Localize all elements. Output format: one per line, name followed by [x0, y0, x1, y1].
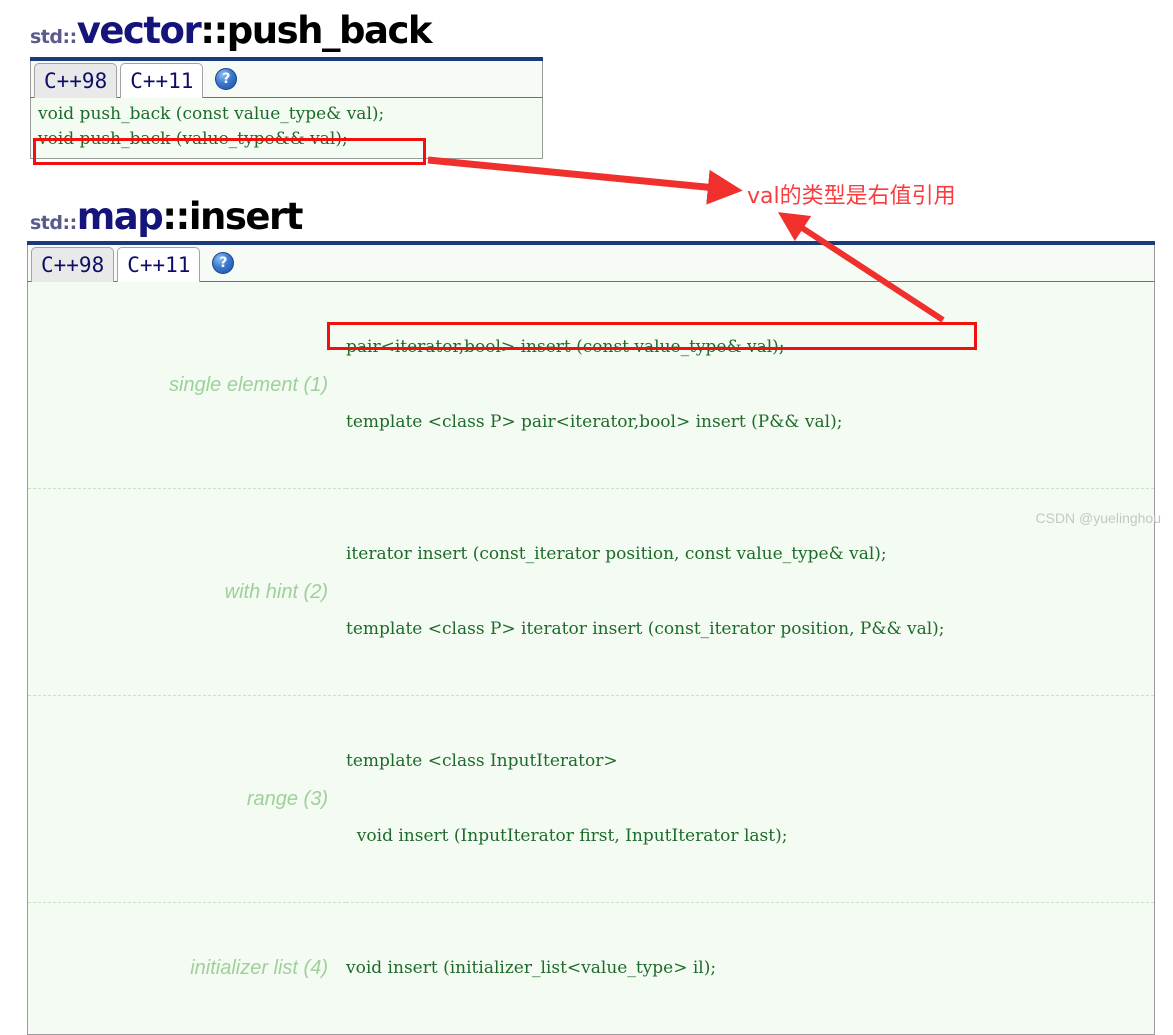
map-tabstrip: C++98 C++11 ? — [27, 245, 1155, 282]
code-line: template <class P> iterator insert (cons… — [346, 619, 945, 639]
title-namespace: std:: — [30, 26, 77, 48]
help-icon[interactable]: ? — [212, 252, 235, 274]
row-label-range: range (3) — [28, 695, 346, 903]
vector-tabstrip: C++98 C++11 ? — [30, 61, 543, 98]
title-separator: :: — [200, 9, 228, 52]
vector-signature-box: void push_back (const value_type& val); … — [30, 97, 543, 159]
watermark: CSDN @yuelinghou — [1035, 510, 1162, 526]
title-class: vector — [76, 9, 202, 52]
page-title-vector-push-back: std::vector::push_back — [30, 9, 433, 52]
arrow-to-note-from-push-back — [427, 156, 743, 205]
row-signatures: pair<iterator,bool> insert (const value_… — [346, 282, 1154, 489]
page-title-map-insert: std::map::insert — [30, 195, 304, 238]
row-label-with-hint: with hint (2) — [28, 488, 346, 696]
tab-cpp11-map[interactable]: C++11 — [117, 247, 201, 282]
table-row: with hint (2) iterator insert (const_ite… — [28, 488, 1154, 696]
row-signatures: void insert (initializer_list<value_type… — [346, 902, 1154, 1034]
code-line: void push_back (const value_type& val); — [38, 104, 385, 124]
tab-cpp98-map[interactable]: C++98 — [31, 247, 115, 282]
title-member: insert — [188, 195, 304, 238]
vector-push-back-panel: C++98 C++11 ? void push_back (const valu… — [30, 57, 543, 159]
row-label-single-element: single element (1) — [169, 373, 328, 396]
code-line: void insert (InputIterator first, InputI… — [346, 826, 788, 846]
row-label-initializer-list: initializer list (4) — [28, 902, 346, 1034]
map-signature-table: single element (1) pair<iterator,bool> i… — [28, 282, 1154, 1034]
map-insert-panel: C++98 C++11 ? single element (1) pair<it… — [27, 241, 1155, 1035]
row-signatures: iterator insert (const_iterator position… — [346, 488, 1154, 696]
title-class: map — [76, 195, 164, 238]
code-line: template <class P> pair<iterator,bool> i… — [346, 412, 843, 432]
code-line: void insert (initializer_list<value_type… — [346, 958, 717, 978]
map-signature-box: single element (1) pair<iterator,bool> i… — [27, 281, 1155, 1035]
table-row: range (3) template <class InputIterator>… — [28, 695, 1154, 903]
code-line: template <class InputIterator> — [346, 751, 618, 771]
tab-cpp11-vector[interactable]: C++11 — [120, 63, 204, 98]
code-line: iterator insert (const_iterator position… — [346, 544, 887, 564]
title-namespace: std:: — [30, 212, 77, 234]
annotation-note: val的类型是右值引用 — [747, 184, 956, 209]
code-line: void push_back (value_type&& val); — [38, 129, 348, 149]
table-row: single element (1) pair<iterator,bool> i… — [28, 282, 1154, 489]
code-line: pair<iterator,bool> insert (const value_… — [346, 337, 785, 357]
tab-cpp98-vector[interactable]: C++98 — [34, 63, 118, 98]
title-member: push_back — [226, 9, 433, 52]
table-row: initializer list (4) void insert (initia… — [28, 902, 1154, 1034]
title-separator: :: — [162, 195, 190, 238]
help-icon[interactable]: ? — [215, 68, 238, 90]
row-signatures: template <class InputIterator> void inse… — [346, 695, 1154, 903]
